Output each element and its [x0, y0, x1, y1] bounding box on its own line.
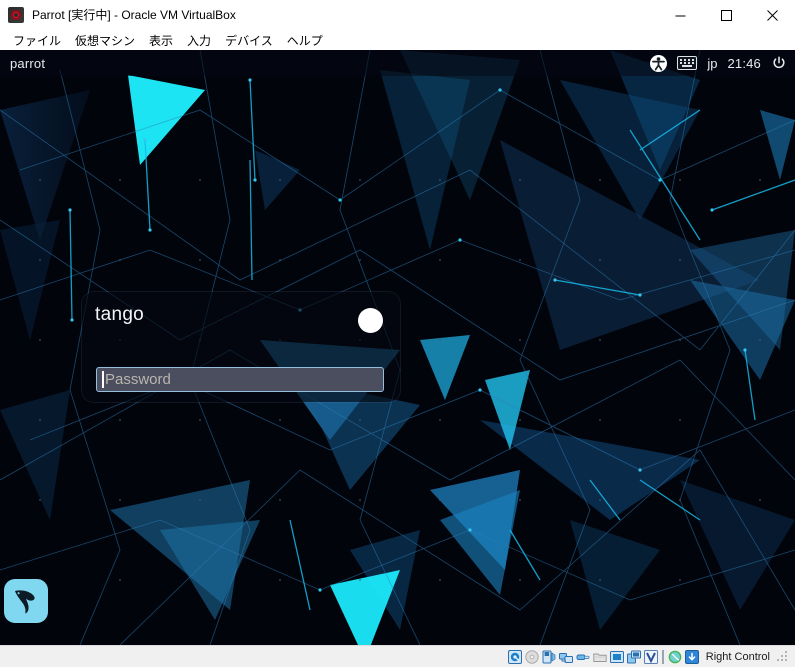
floppy-drive-icon[interactable] [542, 650, 556, 664]
top-panel-indicators: jp 21:46 [650, 54, 787, 72]
virtualization-icon[interactable] [643, 649, 658, 664]
minimize-icon[interactable] [657, 0, 703, 30]
hostname-label: parrot [10, 55, 46, 71]
power-icon[interactable] [771, 55, 787, 71]
language-indicator[interactable]: jp [707, 56, 717, 71]
title-bar: Parrot [実行中] - Oracle VM VirtualBox [0, 0, 795, 30]
resize-grip[interactable] [777, 650, 789, 663]
status-separator [661, 649, 664, 664]
window-controls [657, 0, 795, 30]
menu-item-view[interactable]: 表示 [142, 30, 180, 51]
menu-bar: ファイル 仮想マシン 表示 入力 デバイス ヘルプ [0, 30, 795, 50]
menu-item-file[interactable]: ファイル [6, 30, 68, 51]
display-icon[interactable] [609, 650, 624, 664]
virtualbox-window: Parrot [実行中] - Oracle VM VirtualBox ファイル… [0, 0, 795, 667]
password-placeholder: Password [105, 371, 171, 388]
close-icon[interactable] [749, 0, 795, 30]
shared-folder-icon[interactable] [593, 650, 607, 664]
menu-item-machine[interactable]: 仮想マシン [68, 30, 142, 51]
host-key-label: Right Control [705, 650, 770, 663]
network-icon[interactable] [558, 650, 573, 664]
text-caret [102, 371, 104, 388]
menu-item-help[interactable]: ヘルプ [280, 30, 330, 51]
parrot-os-logo [4, 579, 48, 623]
clock[interactable]: 21:46 [727, 56, 761, 71]
optical-drive-icon[interactable] [525, 649, 539, 664]
user-avatar[interactable] [358, 308, 383, 333]
menu-item-input[interactable]: 入力 [180, 30, 218, 51]
greeter-top-panel: parrot jp 21:46 [0, 50, 795, 76]
login-panel: tango Password [82, 292, 400, 402]
vm-display[interactable]: parrot jp 21:46 tango Password [0, 50, 795, 645]
usb-icon[interactable] [576, 650, 590, 664]
virtualbox-icon [8, 7, 24, 23]
username-label: tango [95, 304, 145, 325]
menu-item-devices[interactable]: デバイス [218, 30, 280, 51]
accessibility-icon[interactable] [650, 54, 668, 72]
password-input[interactable]: Password [96, 367, 384, 392]
hard-disk-icon[interactable] [507, 649, 522, 664]
maximize-icon[interactable] [703, 0, 749, 30]
keyboard-icon[interactable] [677, 56, 698, 70]
recording-icon[interactable] [626, 650, 641, 664]
window-title: Parrot [実行中] - Oracle VM VirtualBox [32, 8, 236, 22]
status-bar: Right Control [0, 645, 795, 667]
mouse-integration-icon[interactable] [668, 650, 682, 664]
keyboard-capture-icon[interactable] [684, 649, 699, 664]
